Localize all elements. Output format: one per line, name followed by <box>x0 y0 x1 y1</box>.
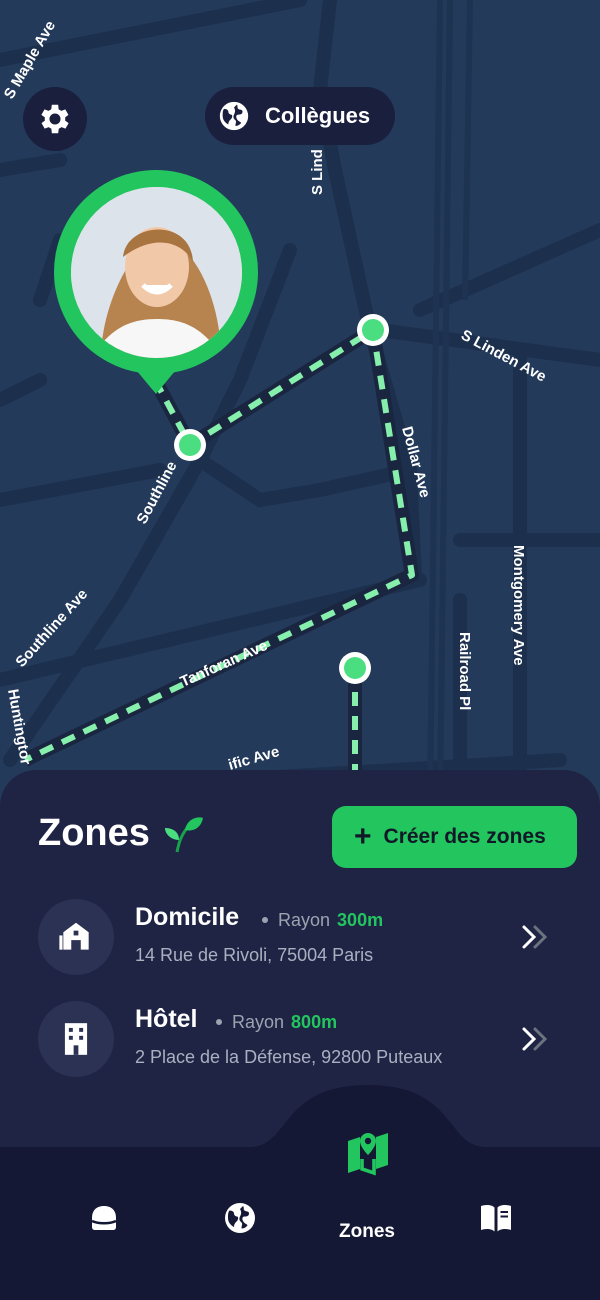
zone-item-hotel[interactable]: Hôtel Rayon 800m 2 Place de la Défense, … <box>38 1001 578 1081</box>
settings-button[interactable] <box>23 87 87 151</box>
colleagues-label: Collègues <box>265 103 371 128</box>
zone-address: 2 Place de la Défense, 92800 Puteaux <box>135 1047 443 1067</box>
hotel-icon <box>38 1001 114 1077</box>
sprout-icon <box>165 817 203 853</box>
nav-item-globe[interactable] <box>222 1200 258 1241</box>
zone-radius: Rayon 800m <box>216 1012 337 1033</box>
waypoint-marker[interactable] <box>339 652 371 684</box>
home-icon <box>38 899 114 975</box>
nav-item-book[interactable] <box>478 1200 514 1241</box>
zone-name: Domicile <box>135 903 240 931</box>
user-avatar-marker[interactable] <box>54 170 259 395</box>
zone-name: Hôtel <box>135 1005 198 1033</box>
zone-radius-value: 800m <box>291 1012 338 1032</box>
chevron-right-icon[interactable] <box>518 1023 552 1055</box>
zone-radius: Rayon 300m <box>262 910 383 931</box>
zone-radius-value: 300m <box>337 910 384 930</box>
avatar <box>71 187 242 358</box>
nav-item-hat[interactable] <box>86 1200 122 1241</box>
colleagues-button[interactable]: Collègues <box>205 87 395 145</box>
create-zones-label: Créer des zones <box>383 825 546 848</box>
zone-item-domicile[interactable]: Domicile Rayon 300m 14 Rue de Rivoli, 75… <box>38 899 578 979</box>
plus-icon: + <box>354 820 372 853</box>
create-zones-button[interactable]: + Créer des zones <box>332 806 577 868</box>
gear-icon <box>41 104 69 134</box>
street-label: Railroad Pl <box>456 632 473 710</box>
waypoint-marker[interactable] <box>174 429 206 461</box>
zone-address: 14 Rue de Rivoli, 75004 Paris <box>135 945 374 965</box>
globe-icon <box>225 1203 255 1233</box>
street-label: Montgomery Ave <box>510 545 527 666</box>
waypoint-marker[interactable] <box>357 314 389 346</box>
street-label: S Lind <box>309 149 326 195</box>
nav-item-zones[interactable] <box>313 1098 423 1208</box>
hat-icon <box>91 1206 117 1230</box>
zones-title: Zones <box>38 812 150 854</box>
map-pin-icon <box>348 1133 388 1176</box>
book-icon <box>481 1205 511 1232</box>
globe-icon <box>219 101 249 131</box>
nav-label-zones: Zones <box>339 1221 395 1242</box>
chevron-right-icon[interactable] <box>518 921 552 953</box>
